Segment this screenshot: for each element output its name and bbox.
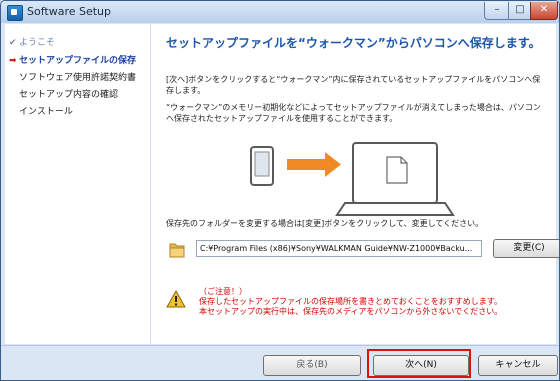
step-label: セットアップ内容の確認 — [19, 90, 119, 100]
change-button[interactable]: 変更(C) — [493, 239, 559, 258]
step-welcome: ✔ ようこそ — [9, 35, 55, 48]
button-bar: 戻る(B) 次へ(N) キャンセル — [1, 345, 559, 380]
close-button[interactable]: ✕ — [530, 2, 558, 20]
folder-instruction: 保存先のフォルダーを変更する場合は[変更]ボタンをクリックして、変更してください… — [166, 219, 484, 228]
arrow-right-icon — [287, 152, 341, 177]
setup-steps-sidebar: ✔ ようこそ ➡ セットアップファイルの保存 ソフトウェア使用許諾契約書 セットアッ… — [5, 24, 151, 344]
next-button[interactable]: 次へ(N) — [373, 355, 469, 376]
folder-icon — [169, 243, 185, 258]
step-label: ソフトウェア使用許諾契約書 — [19, 73, 137, 83]
window-title: Software Setup — [27, 5, 112, 18]
title-bar[interactable]: Software Setup – □ ✕ — [1, 1, 559, 23]
step-label: ようこそ — [19, 38, 56, 48]
warning-line-2: 本セットアップの実行中は、保存先のメディアをパソコンから外さないでください。 — [199, 307, 503, 316]
step-save-setup-file: ➡ セットアップファイルの保存 — [9, 53, 136, 66]
warning-icon — [166, 290, 186, 308]
step-confirm-settings: セットアップ内容の確認 — [9, 87, 118, 100]
save-location-row: C:¥Program Files (x86)¥Sony¥WALKMAN Guid… — [166, 235, 559, 261]
walkman-device-icon — [250, 146, 274, 186]
main-panel: セットアップファイルを“ウォークマン”からパソコンへ保存します。 [次へ]ボタン… — [151, 24, 559, 344]
step-label: インストール — [19, 107, 73, 117]
check-icon: ✔ — [9, 38, 17, 48]
step-license-agreement: ソフトウェア使用許諾契約書 — [9, 70, 136, 83]
description-text: [次へ]ボタンをクリックすると“ウォークマン”内に保存されているセットアップファ… — [166, 75, 541, 95]
page-heading: セットアップファイルを“ウォークマン”からパソコンへ保存します。 — [166, 36, 541, 50]
transfer-illustration — [250, 142, 455, 216]
document-icon — [386, 156, 408, 184]
maximize-button[interactable]: □ — [508, 2, 532, 20]
back-button[interactable]: 戻る(B) — [263, 355, 361, 376]
save-path-field[interactable]: C:¥Program Files (x86)¥Sony¥WALKMAN Guid… — [196, 240, 482, 257]
cancel-button[interactable]: キャンセル — [478, 355, 558, 376]
step-label: セットアップファイルの保存 — [19, 56, 137, 66]
warning-message: （ご注意！） 保存したセットアップファイルの保存場所を書きとめておくことをおすす… — [199, 287, 549, 317]
warning-line-1: 保存したセットアップファイルの保存場所を書きとめておくことをおすすめします。 — [199, 297, 502, 306]
setup-window: Software Setup – □ ✕ ✔ ようこそ ➡ セットアップファイルの保… — [0, 0, 560, 381]
app-icon — [7, 5, 23, 21]
step-install: インストール — [9, 104, 73, 117]
warning-title: （ご注意！） — [199, 287, 247, 296]
current-step-arrow-icon: ➡ — [9, 56, 17, 66]
fallback-note: “ウォークマン”のメモリー初期化などによってセットアップファイルが消えてしまった… — [166, 103, 541, 123]
minimize-button[interactable]: – — [484, 2, 510, 20]
